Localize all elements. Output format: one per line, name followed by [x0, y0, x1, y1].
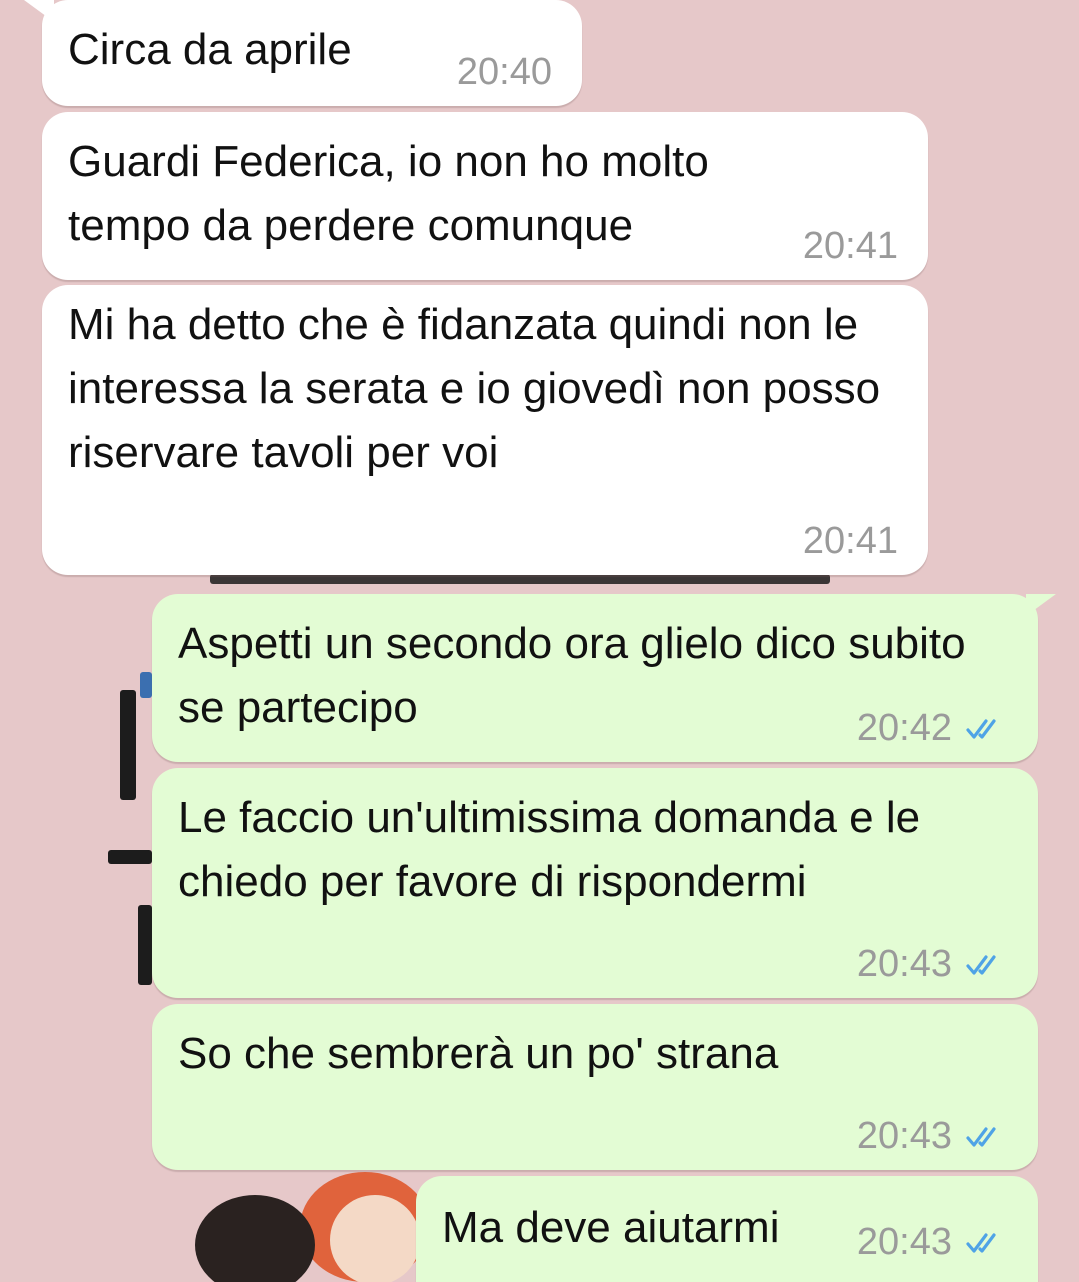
wallpaper-stroke	[210, 574, 830, 584]
message-time: 20:43	[856, 943, 952, 985]
message-meta: 20:40	[457, 50, 552, 94]
message-time: 20:40	[456, 51, 552, 93]
bubble-tail	[24, 0, 54, 22]
message-time: 20:43	[856, 1221, 952, 1263]
wallpaper-cartoon	[330, 1195, 420, 1282]
message-meta: 20:43	[857, 1220, 1008, 1264]
double-check-read-icon	[966, 955, 996, 975]
message-time: 20:42	[856, 707, 952, 749]
message-meta: 20:42	[857, 706, 1008, 750]
bubble-tail	[1026, 594, 1056, 616]
message-meta: 20:43	[857, 1114, 1008, 1158]
wallpaper-stroke	[140, 672, 152, 698]
message-time: 20:43	[856, 1115, 952, 1157]
wallpaper-cartoon	[195, 1195, 315, 1282]
message-text: Le faccio un'ultimissima domanda e le ch…	[178, 793, 933, 906]
message-meta: 20:41	[803, 224, 898, 268]
wallpaper-stroke	[138, 905, 152, 985]
message-meta: 20:43	[857, 942, 1008, 986]
message-bubble[interactable]: Mi ha detto che è fidanzata quindi non l…	[42, 285, 928, 575]
message-bubble[interactable]: Le faccio un'ultimissima domanda e le ch…	[152, 768, 1038, 998]
double-check-read-icon	[966, 1233, 996, 1253]
message-bubble[interactable]: Ma deve aiutarmi 20:43	[416, 1176, 1038, 1282]
message-text: Aspetti un secondo ora glielo dico subit…	[178, 619, 978, 732]
message-text: Guardi Federica, io non ho molto tempo d…	[68, 137, 722, 250]
message-bubble[interactable]: Aspetti un secondo ora glielo dico subit…	[152, 594, 1056, 762]
wallpaper-stroke	[120, 690, 136, 800]
message-time: 20:41	[802, 520, 898, 562]
message-meta: 20:41	[803, 519, 898, 563]
message-text: So che sembrerà un po' strana	[178, 1029, 779, 1078]
message-bubble[interactable]: Circa da aprile 20:40	[24, 0, 582, 106]
message-text: Mi ha detto che è fidanzata quindi non l…	[68, 300, 893, 477]
wallpaper-stroke	[108, 850, 152, 864]
message-bubble[interactable]: Guardi Federica, io non ho molto tempo d…	[42, 112, 928, 280]
double-check-read-icon	[966, 1127, 996, 1147]
double-check-read-icon	[966, 719, 996, 739]
message-time: 20:41	[802, 225, 898, 267]
message-bubble[interactable]: So che sembrerà un po' strana 20:43	[152, 1004, 1038, 1170]
